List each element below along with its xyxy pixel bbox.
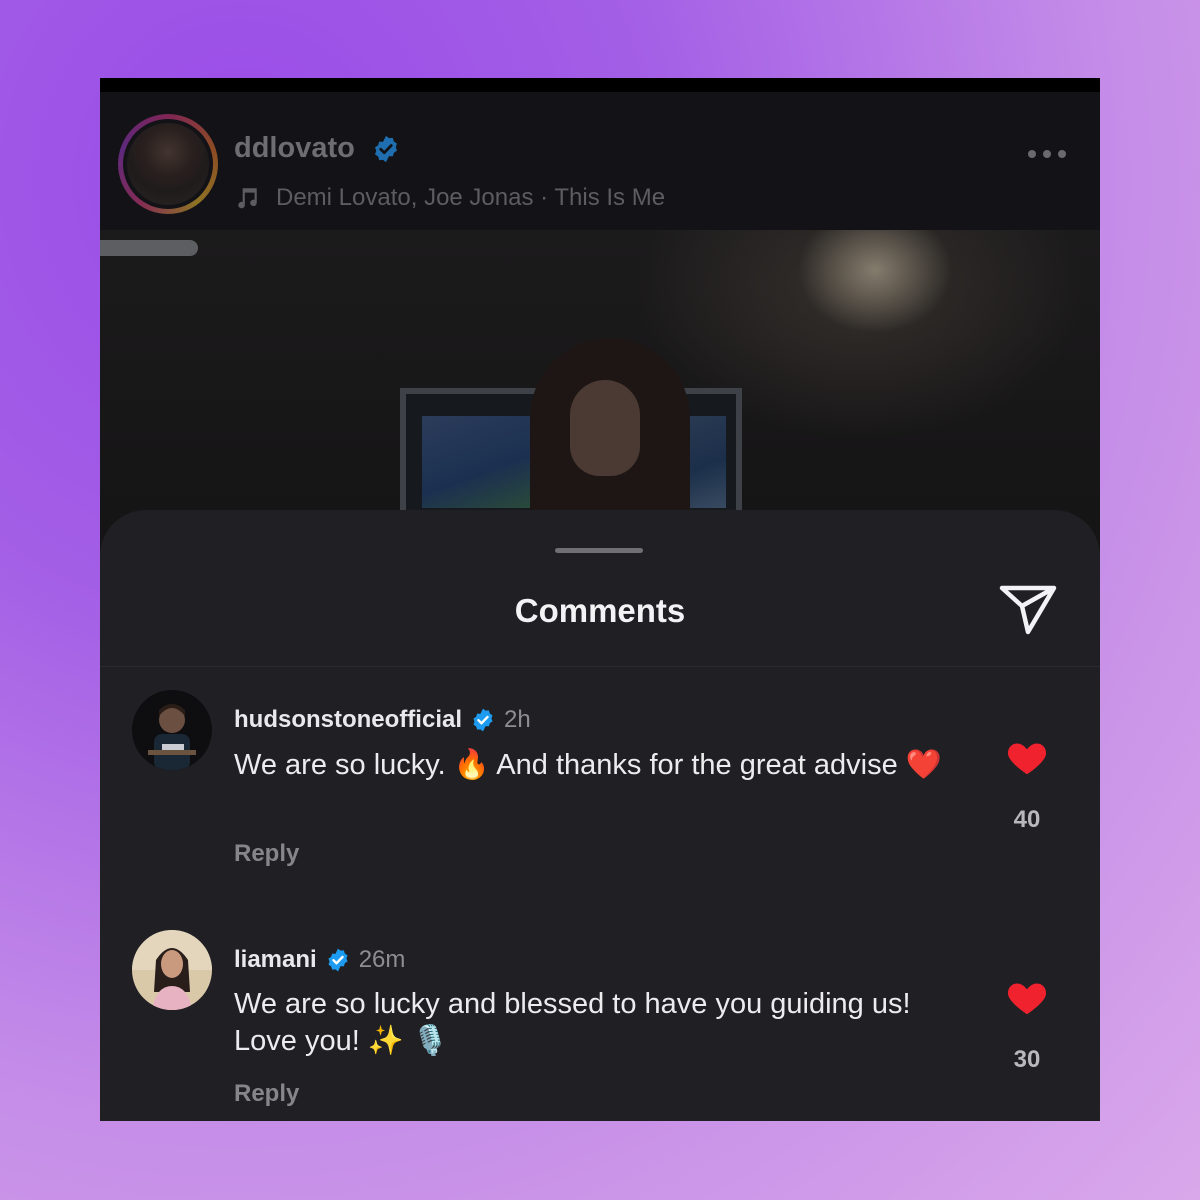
commenter-avatar[interactable]: [132, 690, 212, 770]
drag-handle[interactable]: [555, 548, 643, 553]
verified-badge-icon: [374, 136, 397, 163]
fire-emoji: 🔥: [453, 747, 490, 781]
comment-time: 26m: [358, 946, 406, 973]
music-note-icon: [238, 188, 257, 209]
commenter-username[interactable]: liamani 26m: [234, 946, 405, 974]
author-username[interactable]: ddlovato: [234, 132, 401, 165]
commenter-username[interactable]: hudsonstoneofficial 2h: [234, 706, 531, 734]
like-count: 40: [1013, 806, 1041, 833]
share-send-icon[interactable]: [998, 582, 1058, 638]
comment-time: 2h: [504, 706, 531, 733]
music-label: Demi Lovato, Joe Jonas · This Is Me: [276, 184, 666, 211]
heart-icon[interactable]: [1006, 978, 1048, 1016]
author-avatar: [127, 123, 209, 205]
heart-emoji: ❤️: [905, 747, 942, 781]
comments-sheet: Comments hudsonstoneofficial 2h We are s…: [100, 510, 1100, 1121]
sheet-title: Comments: [514, 592, 686, 629]
divider: [100, 666, 1100, 667]
status-bar: [100, 78, 1100, 92]
reply-button[interactable]: Reply: [234, 840, 299, 868]
story-ring[interactable]: [118, 114, 218, 214]
video-subject: [530, 338, 690, 538]
reel-screen: ddlovato Demi Lovato, Joe Jonas · This I…: [100, 78, 1100, 1121]
more-options-icon[interactable]: [1028, 150, 1066, 158]
verified-badge-icon: [473, 708, 493, 732]
comment-text: We are so lucky. 🔥 And thanks for the gr…: [234, 747, 942, 781]
heart-icon[interactable]: [1006, 738, 1048, 776]
like-count: 30: [1013, 1046, 1041, 1073]
commenter-avatar[interactable]: [132, 930, 212, 1010]
comment-text: We are so lucky and blessed to have you …: [234, 988, 911, 1057]
verified-badge-icon: [328, 948, 348, 972]
music-attribution[interactable]: Demi Lovato, Joe Jonas · This Is Me: [234, 184, 665, 212]
reply-button[interactable]: Reply: [234, 1080, 299, 1108]
post-header: ddlovato Demi Lovato, Joe Jonas · This I…: [100, 92, 1100, 230]
studio-light: [100, 240, 198, 256]
sparkles-emoji: ✨: [367, 1023, 404, 1057]
microphone-emoji: 🎙️: [412, 1023, 449, 1057]
